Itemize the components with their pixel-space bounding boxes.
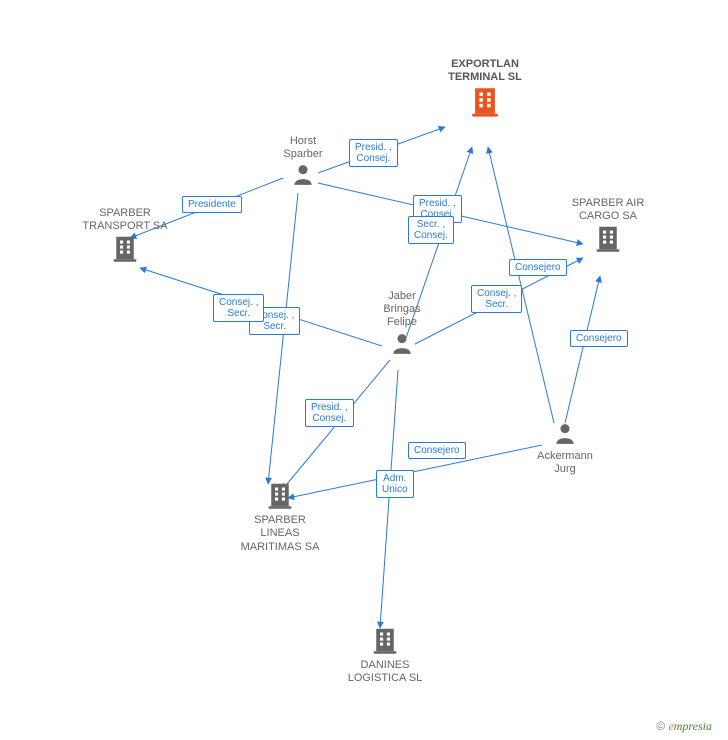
node-label: SPARBER LINEAS MARITIMAS SA — [230, 514, 330, 554]
node-ackermann-jurg[interactable]: Ackermann Jurg — [520, 420, 610, 477]
node-horst-sparber[interactable]: Horst Sparber — [263, 135, 343, 192]
building-icon — [593, 223, 623, 253]
node-label: SPARBER TRANSPORT SA — [75, 207, 175, 233]
node-label: Ackermann Jurg — [520, 450, 610, 476]
network-diagram: EXPORTLAN TERMINAL SL SPARBER TRANSPORT … — [0, 0, 728, 740]
node-label: EXPORTLAN TERMINAL SL — [435, 58, 535, 84]
footer-brand-rest: mpresia — [674, 719, 712, 733]
node-danines[interactable]: DANINES LOGISTICA SL — [335, 625, 435, 686]
edge-label: Consejero — [408, 442, 466, 459]
node-sparber-air-cargo[interactable]: SPARBER AIR CARGO SA — [558, 197, 658, 258]
edge-label: Consej. , Secr. — [471, 285, 522, 313]
building-icon — [468, 84, 502, 118]
node-sparber-transport[interactable]: SPARBER TRANSPORT SA — [75, 207, 175, 268]
node-label: Jaber Bringas Felipe — [362, 290, 442, 330]
node-label: DANINES LOGISTICA SL — [335, 659, 435, 685]
edge-label: Secr. , Consej. — [408, 216, 454, 244]
node-jaber-bringas[interactable]: Jaber Bringas Felipe — [362, 290, 442, 360]
building-icon — [110, 233, 140, 263]
edge-label: Consejero — [570, 330, 628, 347]
person-icon — [290, 161, 316, 187]
person-icon — [552, 420, 578, 446]
building-icon — [265, 480, 295, 510]
edge-label: Presidente — [182, 196, 242, 213]
node-label: Horst Sparber — [263, 135, 343, 161]
node-exportlan[interactable]: EXPORTLAN TERMINAL SL — [435, 58, 535, 123]
edge-label: Adm. Unico — [376, 470, 414, 498]
edge-label: Presid. , Consej. — [349, 139, 398, 167]
person-icon — [389, 330, 415, 356]
edge-label: Consej. , Secr. — [213, 294, 264, 322]
building-icon — [370, 625, 400, 655]
node-label: SPARBER AIR CARGO SA — [558, 197, 658, 223]
copyright-footer: © empresia — [656, 719, 712, 734]
copyright-symbol: © — [656, 719, 668, 733]
edge-label: Presid. , Consej. — [305, 399, 354, 427]
edge-label: Consejero — [509, 259, 567, 276]
node-sparber-lineas[interactable]: SPARBER LINEAS MARITIMAS SA — [230, 480, 330, 554]
